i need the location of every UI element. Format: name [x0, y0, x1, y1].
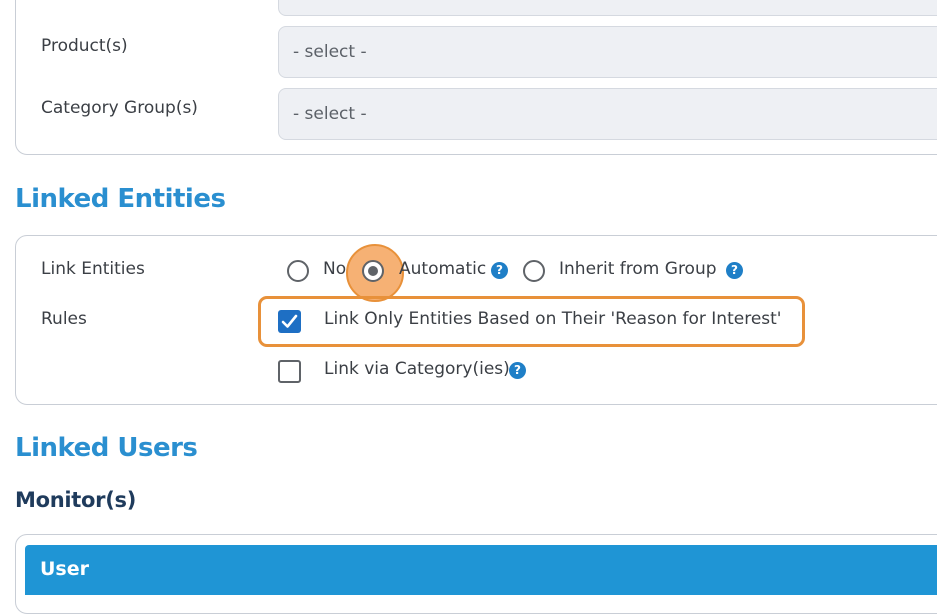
- radio-automatic[interactable]: [362, 260, 384, 282]
- previous-select-field[interactable]: [278, 0, 937, 16]
- inherit-help-icon[interactable]: ?: [726, 262, 743, 279]
- product-label: Product(s): [41, 36, 128, 56]
- radio-automatic-label[interactable]: Automatic: [399, 259, 486, 279]
- rule-reason-for-interest-label[interactable]: Link Only Entities Based on Their 'Reaso…: [324, 309, 781, 329]
- category-help-icon[interactable]: ?: [509, 362, 526, 379]
- radio-inherit-from-group-label[interactable]: Inherit from Group: [559, 259, 717, 279]
- rule-reason-for-interest-checkbox[interactable]: [278, 310, 301, 333]
- user-column-header[interactable]: User: [40, 558, 89, 580]
- monitors-table-header: User: [25, 545, 937, 595]
- link-entities-label: Link Entities: [41, 259, 145, 279]
- check-icon: [281, 314, 298, 328]
- rule-category-label[interactable]: Link via Category(ies): [324, 359, 510, 379]
- automatic-help-icon[interactable]: ?: [491, 262, 508, 279]
- radio-no[interactable]: [287, 260, 309, 282]
- category-group-select[interactable]: - select -: [278, 88, 937, 140]
- radio-no-label[interactable]: No: [323, 259, 346, 279]
- rules-label: Rules: [41, 309, 87, 329]
- radio-inherit-from-group[interactable]: [523, 260, 545, 282]
- monitors-title: Monitor(s): [15, 488, 136, 512]
- rule-category-checkbox[interactable]: [278, 360, 301, 383]
- linked-entities-title: Linked Entities: [15, 184, 226, 214]
- category-group-label: Category Group(s): [41, 98, 198, 118]
- linked-users-title: Linked Users: [15, 433, 198, 463]
- product-select[interactable]: - select -: [278, 26, 937, 78]
